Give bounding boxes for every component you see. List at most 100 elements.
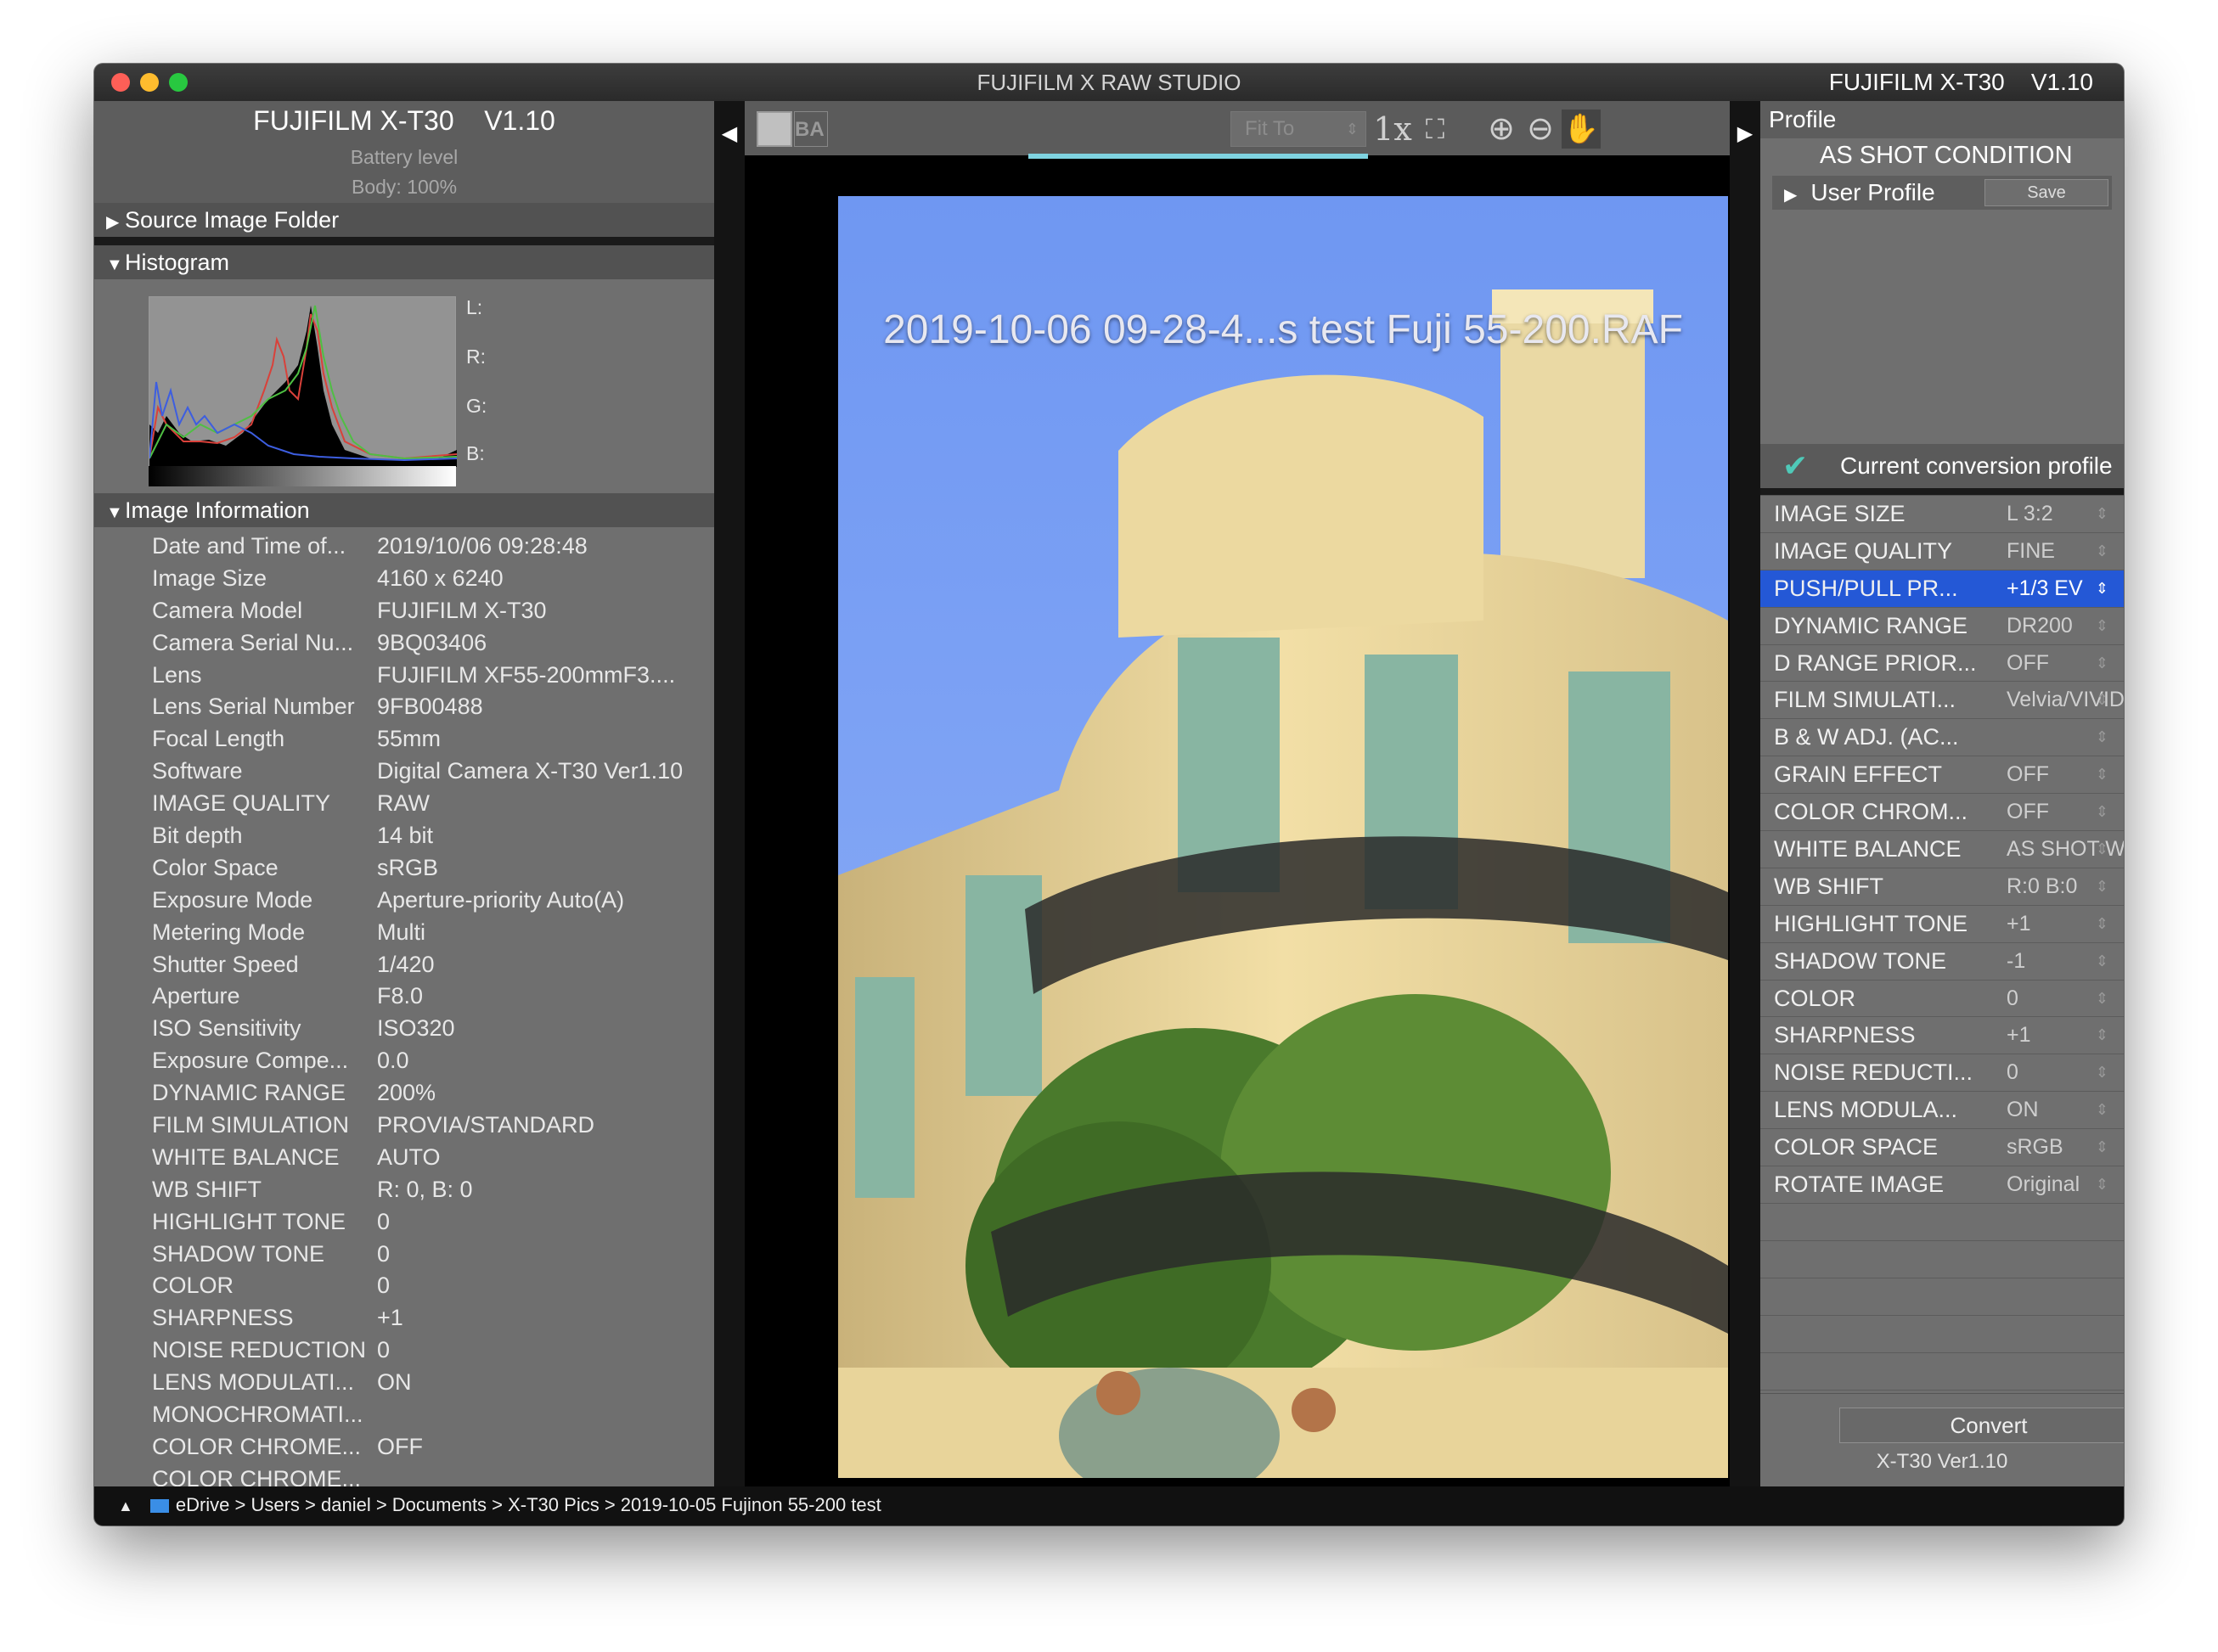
- stepper-icon[interactable]: ⇕: [2096, 533, 2108, 570]
- stepper-icon[interactable]: ⇕: [2096, 981, 2108, 1018]
- setting-value[interactable]: +1: [2007, 1017, 2031, 1054]
- setting-label: COLOR SPACE: [1774, 1134, 1939, 1160]
- maximize-window-button[interactable]: [169, 73, 188, 92]
- stepper-icon[interactable]: ⇕: [2096, 496, 2108, 533]
- before-after-button[interactable]: BA: [794, 111, 828, 147]
- stepper-icon[interactable]: ⇕: [2096, 831, 2108, 868]
- stepper-icon[interactable]: ⇕: [2096, 608, 2108, 645]
- setting-row[interactable]: DYNAMIC RANGE DR200 ⇕: [1760, 608, 2124, 645]
- stepper-icon[interactable]: ⇕: [2096, 906, 2108, 943]
- setting-row[interactable]: B & W ADJ. (AC... ⇕: [1760, 719, 2124, 757]
- empty-setting-row: [1760, 1241, 2124, 1278]
- info-value: 0: [377, 1337, 391, 1363]
- setting-row[interactable]: COLOR 0 ⇕: [1760, 981, 2124, 1018]
- setting-value[interactable]: DR200: [2007, 608, 2073, 645]
- info-value: OFF: [377, 1433, 423, 1459]
- setting-row[interactable]: D RANGE PRIOR... OFF ⇕: [1760, 645, 2124, 683]
- setting-value[interactable]: OFF: [2007, 794, 2049, 831]
- histogram-area: L: R: G: B:: [94, 279, 714, 493]
- setting-value[interactable]: +1/3 EV: [2007, 570, 2083, 608]
- setting-value[interactable]: OFF: [2007, 645, 2049, 683]
- triangle-up-icon[interactable]: ▲: [118, 1497, 133, 1514]
- zoom-1x-button[interactable]: 1x: [1373, 110, 1412, 149]
- setting-row[interactable]: LENS MODULA... ON ⇕: [1760, 1092, 2124, 1130]
- photo-preview[interactable]: 2019-10-06 09-28-4...s test Fuji 55-200.…: [838, 196, 1728, 1478]
- stepper-icon[interactable]: ⇕: [2096, 570, 2108, 608]
- minimize-window-button[interactable]: [140, 73, 159, 92]
- setting-value[interactable]: ON: [2007, 1092, 2039, 1129]
- info-row: SHARPNESS +1: [94, 1302, 714, 1335]
- user-profile-item[interactable]: ▶ User Profile Save: [1772, 176, 2112, 210]
- setting-value[interactable]: L 3:2: [2007, 496, 2053, 533]
- stepper-icon[interactable]: ⇕: [2096, 719, 2108, 756]
- image-information-toggle[interactable]: ▼Image Information: [94, 493, 714, 527]
- setting-row[interactable]: WB SHIFT R:0 B:0 ⇕: [1760, 868, 2124, 906]
- setting-value[interactable]: R:0 B:0: [2007, 868, 2077, 906]
- setting-row[interactable]: FILM SIMULATI... Velvia/VIVID ⇕: [1760, 682, 2124, 720]
- info-value: 2019/10/06 09:28:48: [377, 533, 588, 559]
- setting-label: SHADOW TONE: [1774, 947, 1947, 974]
- as-shot-condition-item[interactable]: AS SHOT CONDITION: [1820, 142, 2073, 170]
- stepper-icon[interactable]: ⇕: [2096, 794, 2108, 831]
- stepper-icon[interactable]: ⇕: [2096, 645, 2108, 683]
- fit-to-label: Fit To: [1245, 117, 1295, 140]
- info-key: IMAGE QUALITY: [152, 790, 331, 817]
- info-row: ISO Sensitivity ISO320: [94, 1013, 714, 1045]
- setting-label: SHARPNESS: [1774, 1022, 1916, 1048]
- convert-button[interactable]: Convert: [1839, 1408, 2124, 1443]
- setting-value[interactable]: +1: [2007, 906, 2031, 943]
- status-bar: ▲ eDrive > Users > daniel > Documents > X…: [94, 1486, 2124, 1526]
- single-view-button[interactable]: [757, 111, 792, 147]
- info-value: 1/420: [377, 951, 435, 977]
- stepper-icon[interactable]: ⇕: [2096, 868, 2108, 906]
- stepper-icon[interactable]: ⇕: [2096, 1054, 2108, 1092]
- stepper-icon[interactable]: ⇕: [2096, 1166, 2108, 1204]
- zoom-in-icon[interactable]: ⊕: [1482, 110, 1521, 149]
- setting-value[interactable]: 0: [2007, 981, 2018, 1018]
- info-value: 0: [377, 1208, 391, 1234]
- fit-screen-icon[interactable]: ⛶: [1416, 110, 1455, 149]
- setting-label: GRAIN EFFECT: [1774, 761, 1943, 788]
- histogram-toggle[interactable]: ▼Histogram: [94, 245, 714, 279]
- collapse-right-panel-button[interactable]: ▶: [1730, 101, 1760, 1486]
- setting-row[interactable]: IMAGE QUALITY FINE ⇕: [1760, 533, 2124, 570]
- window-title: FUJIFILM X RAW STUDIO: [977, 70, 1241, 95]
- zoom-out-icon[interactable]: ⊖: [1521, 110, 1560, 149]
- setting-row[interactable]: ROTATE IMAGE Original ⇕: [1760, 1166, 2124, 1204]
- info-key: Image Size: [152, 565, 267, 591]
- folder-path[interactable]: eDrive > Users > daniel > Documents > X-…: [176, 1494, 881, 1515]
- current-conversion-profile[interactable]: ✔ Current conversion profile: [1760, 444, 2124, 488]
- setting-value[interactable]: Original: [2007, 1166, 2080, 1204]
- stepper-icon[interactable]: ⇕: [2096, 1129, 2108, 1166]
- zoom-1x-label: 1x: [1373, 110, 1412, 148]
- info-value: +1: [377, 1305, 403, 1331]
- setting-row[interactable]: IMAGE SIZE L 3:2 ⇕: [1760, 496, 2124, 533]
- info-value: sRGB: [377, 854, 439, 880]
- stepper-icon[interactable]: ⇕: [2096, 1017, 2108, 1054]
- setting-value[interactable]: FINE: [2007, 533, 2055, 570]
- setting-value[interactable]: OFF: [2007, 756, 2049, 794]
- stepper-icon[interactable]: ⇕: [2096, 943, 2108, 981]
- close-window-button[interactable]: [111, 73, 130, 92]
- setting-value[interactable]: sRGB: [2007, 1129, 2063, 1166]
- setting-value[interactable]: 0: [2007, 1054, 2018, 1092]
- setting-row[interactable]: SHADOW TONE -1 ⇕: [1760, 943, 2124, 981]
- setting-row[interactable]: GRAIN EFFECT OFF ⇕: [1760, 756, 2124, 795]
- fit-to-select[interactable]: Fit To ⇕: [1230, 111, 1366, 147]
- collapse-left-panel-button[interactable]: ◀: [714, 101, 745, 1486]
- stepper-icon[interactable]: ⇕: [2096, 756, 2108, 794]
- setting-row[interactable]: HIGHLIGHT TONE +1 ⇕: [1760, 906, 2124, 943]
- stepper-icon[interactable]: ⇕: [2096, 1092, 2108, 1129]
- setting-row[interactable]: SHARPNESS +1 ⇕: [1760, 1017, 2124, 1055]
- stepper-icon[interactable]: ⇕: [2096, 682, 2108, 719]
- setting-row[interactable]: WHITE BALANCEAS SHOT WB⇕: [1760, 831, 2124, 868]
- setting-row[interactable]: COLOR SPACE sRGB ⇕: [1760, 1129, 2124, 1167]
- histogram-graph: [149, 296, 457, 485]
- setting-row[interactable]: COLOR CHROM... OFF ⇕: [1760, 794, 2124, 832]
- setting-row[interactable]: NOISE REDUCTI... 0 ⇕: [1760, 1054, 2124, 1093]
- hand-tool-icon[interactable]: ✋: [1562, 110, 1601, 149]
- setting-row[interactable]: PUSH/PULL PR... +1/3 EV ⇕: [1760, 570, 2124, 608]
- setting-value[interactable]: -1: [2007, 943, 2025, 981]
- source-image-folder-toggle[interactable]: ▶ Source Image Folder: [94, 203, 714, 237]
- save-profile-button[interactable]: Save: [1984, 179, 2108, 206]
